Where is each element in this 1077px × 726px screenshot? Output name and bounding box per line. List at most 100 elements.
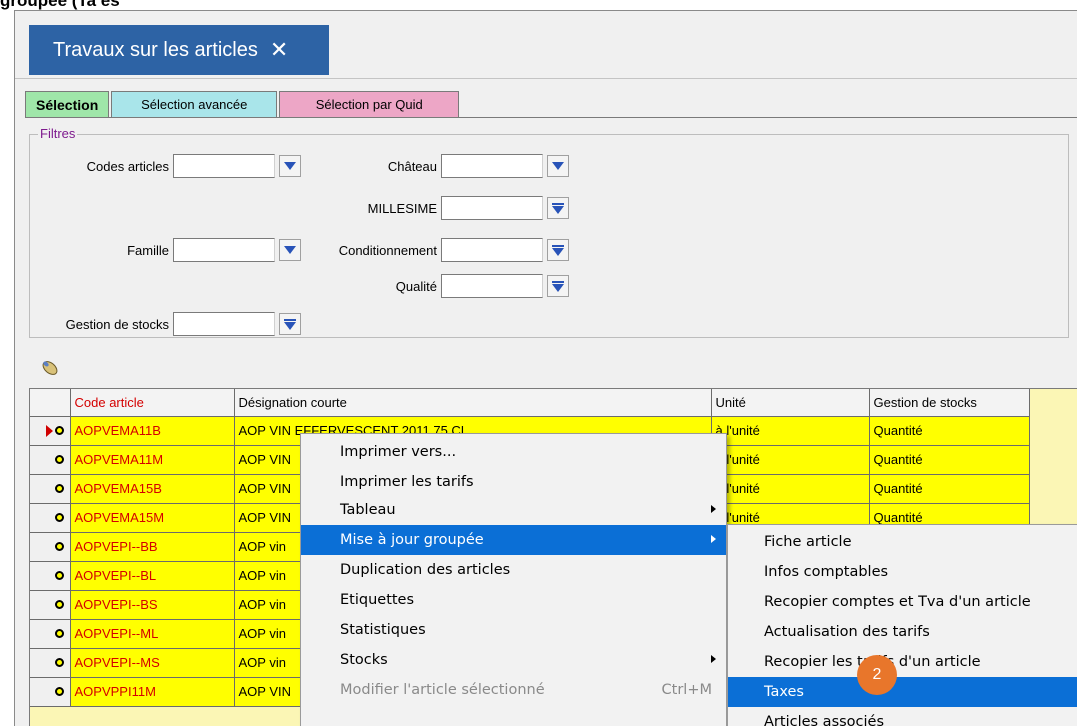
- millesime-dropdown-button[interactable]: [547, 197, 569, 219]
- eraser-icon[interactable]: [39, 356, 61, 378]
- submenu-item-actualisation-tarifs[interactable]: Actualisation des tarifs: [728, 617, 1077, 647]
- row-indicator[interactable]: [30, 445, 71, 475]
- menu-item-imprimer-vers[interactable]: Imprimer vers...: [301, 437, 726, 467]
- column-header-designation[interactable]: Désignation courte: [234, 389, 712, 417]
- row-status-circle-icon: [54, 658, 64, 667]
- menu-item-modifier-article: Modifier l'article sélectionné Ctrl+M: [301, 675, 726, 705]
- menu-item-mise-a-jour-groupee[interactable]: Mise à jour groupée: [301, 525, 726, 555]
- conditionnement-label: Conditionnement: [338, 242, 437, 258]
- chateau-dropdown-button[interactable]: [547, 155, 569, 177]
- cell-code[interactable]: AOPVEPI--BB: [70, 532, 235, 562]
- cell-code[interactable]: AOPVEMA11M: [70, 445, 235, 475]
- row-indicator[interactable]: [30, 503, 71, 533]
- famille-dropdown-button[interactable]: [279, 239, 301, 261]
- menu-item-duplication[interactable]: Duplication des articles: [301, 555, 726, 585]
- codes-articles-input[interactable]: [173, 154, 275, 178]
- cell-code[interactable]: AOPVEPI--BS: [70, 590, 235, 620]
- menu-item-tableau[interactable]: Tableau: [301, 495, 726, 525]
- cell-code[interactable]: AOPVEMA15M: [70, 503, 235, 533]
- cell-unite[interactable]: à l'unité: [711, 416, 870, 446]
- qualite-dropdown-button[interactable]: [547, 275, 569, 297]
- cell-code[interactable]: AOPVEPI--MS: [70, 648, 235, 678]
- row-status-circle-icon: [54, 455, 64, 464]
- row-indicator-header: [30, 389, 71, 417]
- conditionnement-input[interactable]: [441, 238, 543, 262]
- document-tabbar: Travaux sur les articles ✕: [15, 11, 1077, 79]
- cell-code[interactable]: AOPVEMA11B: [70, 416, 235, 446]
- row-status-circle-icon: [54, 600, 64, 609]
- submenu-item-infos-comptables[interactable]: Infos comptables: [728, 557, 1077, 587]
- gestion-stocks-label: Gestion de stocks: [65, 316, 169, 332]
- qualite-input[interactable]: [441, 274, 543, 298]
- submenu-item-recopier-comptes[interactable]: Recopier comptes et Tva d'un article: [728, 587, 1077, 617]
- qualite-combo: [441, 274, 569, 298]
- selection-tabs: Sélection Sélection avancée Sélection pa…: [25, 91, 461, 117]
- tab-selection[interactable]: Sélection: [25, 91, 110, 117]
- column-header-unite[interactable]: Unité: [711, 389, 870, 417]
- menu-item-statistiques[interactable]: Statistiques: [301, 615, 726, 645]
- row-status-circle-icon: [54, 687, 64, 696]
- close-icon[interactable]: ✕: [270, 39, 288, 61]
- famille-label: Famille: [127, 242, 169, 258]
- menu-item-stocks[interactable]: Stocks: [301, 645, 726, 675]
- current-row-arrow-icon: [45, 424, 53, 437]
- menu-item-label: Stocks: [340, 652, 388, 668]
- gestion-stocks-dropdown-button[interactable]: [279, 313, 301, 335]
- cell-code[interactable]: AOPVEPI--BL: [70, 561, 235, 591]
- cell-gestion[interactable]: Quantité: [869, 445, 1030, 475]
- row-status-circle-icon: [54, 426, 64, 435]
- millesime-input[interactable]: [441, 196, 543, 220]
- submenu-item-recopier-tarifs[interactable]: Recopier les tarifs d'un article: [728, 647, 1077, 677]
- chateau-combo: [441, 154, 569, 178]
- submenu-item-taxes[interactable]: Taxes: [728, 677, 1077, 707]
- submenu-item-articles-associes[interactable]: Articles associés: [728, 707, 1077, 726]
- famille-input[interactable]: [173, 238, 275, 262]
- menu-item-etiquettes[interactable]: Etiquettes: [301, 585, 726, 615]
- menu-item-label: Tableau: [340, 502, 396, 518]
- step-badge: 2: [857, 655, 897, 695]
- submenu-arrow-icon: [711, 535, 716, 543]
- codes-articles-combo: [173, 154, 301, 178]
- row-indicator[interactable]: [30, 416, 71, 446]
- menu-item-label: Imprimer les tarifs: [340, 474, 474, 490]
- cell-code[interactable]: AOPVEMA15B: [70, 474, 235, 504]
- column-header-gestion[interactable]: Gestion de stocks: [869, 389, 1030, 417]
- column-header-code[interactable]: Code article: [70, 389, 235, 417]
- row-indicator[interactable]: [30, 474, 71, 504]
- tab-travaux-articles[interactable]: Travaux sur les articles ✕: [29, 25, 329, 75]
- menu-item-imprimer-tarifs[interactable]: Imprimer les tarifs: [301, 467, 726, 497]
- conditionnement-combo: [441, 238, 569, 262]
- codes-articles-dropdown-button[interactable]: [279, 155, 301, 177]
- row-status-circle-icon: [54, 513, 64, 522]
- row-indicator[interactable]: [30, 561, 71, 591]
- row-indicator[interactable]: [30, 532, 71, 562]
- submenu-arrow-icon: [711, 505, 716, 513]
- row-indicator[interactable]: [30, 648, 71, 678]
- menu-item-label: Statistiques: [340, 622, 426, 638]
- cell-unite[interactable]: à l'unité: [711, 474, 870, 504]
- context-menu: Imprimer vers... Imprimer les tarifs Tab…: [300, 433, 727, 726]
- shortcut-label: Ctrl+M: [661, 682, 712, 698]
- chateau-label: Château: [387, 158, 437, 174]
- filters-legend: Filtres: [38, 126, 78, 141]
- row-status-circle-icon: [54, 629, 64, 638]
- tab-selection-avancee[interactable]: Sélection avancée: [111, 91, 278, 117]
- tab-selection-quid[interactable]: Sélection par Quid: [279, 91, 460, 117]
- menu-item-label: Imprimer vers...: [340, 444, 457, 460]
- tab-title: Travaux sur les articles: [53, 38, 258, 61]
- chateau-input[interactable]: [441, 154, 543, 178]
- submenu-arrow-icon: [711, 655, 716, 663]
- cell-gestion[interactable]: Quantité: [869, 416, 1030, 446]
- row-indicator[interactable]: [30, 619, 71, 649]
- submenu-item-fiche-article[interactable]: Fiche article: [728, 527, 1077, 557]
- conditionnement-dropdown-button[interactable]: [547, 239, 569, 261]
- gestion-stocks-combo: [173, 312, 301, 336]
- row-indicator[interactable]: [30, 677, 71, 707]
- cell-unite[interactable]: à l'unité: [711, 445, 870, 475]
- gestion-stocks-input[interactable]: [173, 312, 275, 336]
- millesime-combo: [441, 196, 569, 220]
- cell-code[interactable]: AOPVPPI11M: [70, 677, 235, 707]
- cell-gestion[interactable]: Quantité: [869, 474, 1030, 504]
- cell-code[interactable]: AOPVEPI--ML: [70, 619, 235, 649]
- row-indicator[interactable]: [30, 590, 71, 620]
